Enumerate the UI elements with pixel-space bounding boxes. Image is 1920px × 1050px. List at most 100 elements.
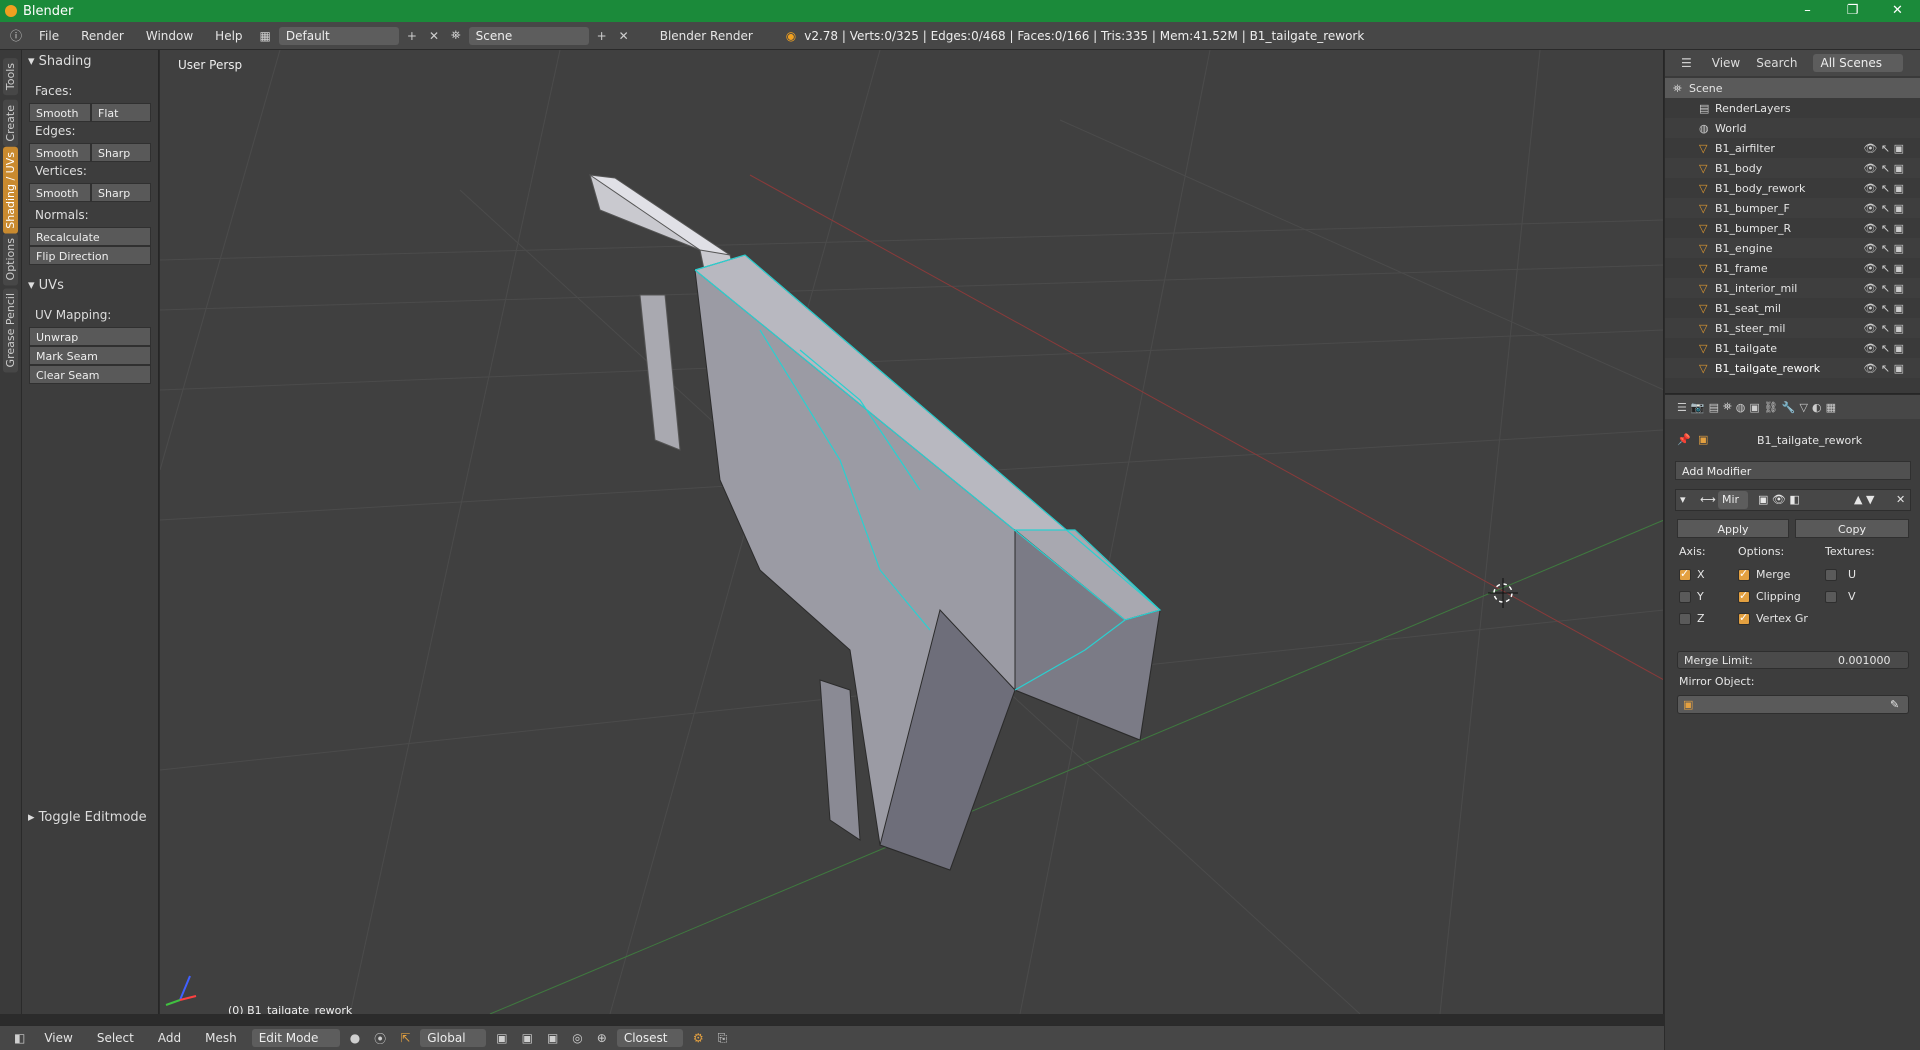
faces-flat-button[interactable]: Flat: [91, 103, 151, 122]
menu-help[interactable]: Help: [206, 29, 251, 43]
texture-u-checkbox[interactable]: [1825, 569, 1837, 581]
data-tab-icon[interactable]: ▽: [1799, 401, 1807, 414]
visibility-icons[interactable]: 👁 ↖ ▣: [1863, 302, 1904, 315]
tab-grease-pencil[interactable]: Grease Pencil: [3, 288, 18, 373]
axis-z-checkbox[interactable]: [1679, 613, 1691, 625]
menu-view[interactable]: View: [35, 1031, 81, 1045]
vertex-groups-checkbox[interactable]: [1738, 611, 1750, 625]
minimize-button[interactable]: –: [1785, 0, 1830, 22]
merge-checkbox[interactable]: [1738, 567, 1750, 581]
scene-tab-icon[interactable]: ⛯: [1723, 400, 1732, 414]
screen-layout-icon[interactable]: ▦: [256, 29, 275, 43]
visibility-icons[interactable]: 👁 ↖ ▣: [1863, 322, 1904, 335]
constraints-tab-icon[interactable]: ⛓: [1764, 401, 1778, 414]
add-modifier-menu[interactable]: Add Modifier: [1675, 461, 1911, 480]
flip-direction-button[interactable]: Flip Direction: [29, 246, 151, 265]
outliner-row-world[interactable]: ◍ World: [1665, 118, 1920, 138]
visibility-icons[interactable]: 👁 ↖ ▣: [1863, 242, 1904, 255]
eyedropper-icon[interactable]: ✎: [1890, 698, 1899, 711]
visibility-icons[interactable]: 👁 ↖ ▣: [1863, 142, 1904, 155]
texture-v-checkbox[interactable]: [1825, 591, 1837, 603]
world-tab-icon[interactable]: ◍: [1736, 401, 1746, 414]
properties-editor-icon[interactable]: ☰: [1677, 401, 1687, 414]
add-layout-icon[interactable]: +: [403, 29, 421, 43]
menu-mesh[interactable]: Mesh: [196, 1031, 246, 1045]
visibility-icons[interactable]: 👁 ↖ ▣: [1863, 282, 1904, 295]
uvs-panel-header[interactable]: ▾ UVs: [28, 278, 64, 293]
outliner-row-object[interactable]: ▽ B1_body_rework 👁 ↖ ▣: [1665, 178, 1920, 198]
outliner-search-menu[interactable]: Search: [1756, 56, 1797, 70]
pivot-point-icon[interactable]: ⦿: [370, 1030, 390, 1047]
mirror-object-field[interactable]: ▣ ✎: [1677, 695, 1909, 714]
mode-select[interactable]: Edit Mode: [251, 1029, 340, 1047]
proportional-edit-icon[interactable]: ◎: [568, 1031, 586, 1045]
display-mode-select[interactable]: All Scenes: [1813, 54, 1904, 72]
add-scene-icon[interactable]: +: [593, 29, 611, 43]
snap-icon[interactable]: ⊕: [593, 1031, 611, 1045]
scene-field[interactable]: Scene: [468, 26, 589, 45]
visibility-icons[interactable]: 👁 ↖ ▣: [1863, 222, 1904, 235]
faces-smooth-button[interactable]: Smooth: [29, 103, 91, 122]
vertices-sharp-button[interactable]: Sharp: [91, 183, 151, 202]
layout-field[interactable]: Default: [278, 26, 399, 45]
toggle-editmode-panel[interactable]: ▸ Toggle Editmode: [28, 810, 147, 825]
unwrap-menu[interactable]: Unwrap: [29, 327, 151, 346]
outliner-row-active-object[interactable]: ▽ B1_tailgate_rework 👁 ↖ ▣: [1665, 358, 1920, 378]
edges-sharp-button[interactable]: Sharp: [91, 143, 151, 162]
outliner-row-object[interactable]: ▽ B1_steer_mil 👁 ↖ ▣: [1665, 318, 1920, 338]
outliner-row-object[interactable]: ▽ B1_frame 👁 ↖ ▣: [1665, 258, 1920, 278]
outliner-editor-icon[interactable]: ☰: [1677, 56, 1696, 70]
outliner-row-object[interactable]: ▽ B1_engine 👁 ↖ ▣: [1665, 238, 1920, 258]
menu-file[interactable]: File: [30, 29, 68, 43]
tab-shading-uvs[interactable]: Shading / UVs: [3, 147, 18, 234]
close-window-button[interactable]: ✕: [1875, 0, 1920, 22]
tab-create[interactable]: Create: [3, 100, 18, 147]
clear-seam-button[interactable]: Clear Seam: [29, 365, 151, 384]
modifiers-tab-icon[interactable]: 🔧: [1782, 401, 1796, 414]
3d-cursor-icon[interactable]: [1488, 578, 1518, 608]
modifier-display-toggles[interactable]: ▣ 👁 ◧: [1758, 493, 1800, 506]
move-modifier-icons[interactable]: ▲ ▼: [1854, 493, 1874, 506]
tab-tools[interactable]: Tools: [3, 58, 18, 96]
axis-x-checkbox[interactable]: [1679, 567, 1691, 581]
vertex-select-icon[interactable]: ▣: [492, 1031, 511, 1045]
copy-modifier-button[interactable]: Copy: [1795, 519, 1909, 538]
remove-scene-icon[interactable]: ✕: [615, 29, 633, 43]
3d-viewport[interactable]: User Persp (0) B1_tailgate_rework: [160, 50, 1664, 1014]
menu-select[interactable]: Select: [88, 1031, 143, 1045]
visibility-icons[interactable]: 👁 ↖ ▣: [1863, 162, 1904, 175]
outliner-row-object[interactable]: ▽ B1_seat_mil 👁 ↖ ▣: [1665, 298, 1920, 318]
collapse-modifier-icon[interactable]: ▾: [1680, 493, 1686, 506]
outliner-row-renderlayers[interactable]: ▤ RenderLayers: [1665, 98, 1920, 118]
merge-limit-field[interactable]: Merge Limit: 0.001000: [1677, 651, 1909, 669]
outliner-row-object[interactable]: ▽ B1_tailgate 👁 ↖ ▣: [1665, 338, 1920, 358]
viewport-shading-icon[interactable]: ●: [346, 1031, 364, 1045]
snap-toggle-icon[interactable]: ⚙: [689, 1031, 708, 1045]
outliner-row-object[interactable]: ▽ B1_bumper_F 👁 ↖ ▣: [1665, 198, 1920, 218]
outliner-view-menu[interactable]: View: [1712, 56, 1740, 70]
edge-select-icon[interactable]: ▣: [518, 1031, 537, 1045]
clipping-checkbox[interactable]: [1738, 589, 1750, 603]
layers-tab-icon[interactable]: ▤: [1709, 401, 1719, 414]
remove-layout-icon[interactable]: ✕: [425, 29, 443, 43]
maximize-button[interactable]: ❐: [1830, 0, 1875, 22]
modifier-name-field[interactable]: Mir: [1718, 491, 1748, 509]
outliner-row-object[interactable]: ▽ B1_airfilter 👁 ↖ ▣: [1665, 138, 1920, 158]
menu-render[interactable]: Render: [72, 29, 133, 43]
visibility-icons[interactable]: 👁 ↖ ▣: [1863, 182, 1904, 195]
outliner-row-object[interactable]: ▽ B1_body 👁 ↖ ▣: [1665, 158, 1920, 178]
vertices-smooth-button[interactable]: Smooth: [29, 183, 91, 202]
tab-options[interactable]: Options: [3, 233, 18, 286]
manipulator-icon[interactable]: ⇱: [396, 1031, 414, 1045]
shading-panel-header[interactable]: ▾ Shading: [28, 54, 91, 69]
face-select-icon[interactable]: ▣: [543, 1031, 562, 1045]
visibility-icons[interactable]: 👁 ↖ ▣: [1863, 262, 1904, 275]
editor-type-icon[interactable]: ◧: [10, 1031, 29, 1045]
render-engine-select[interactable]: Blender Render: [651, 29, 762, 43]
menu-window[interactable]: Window: [137, 29, 202, 43]
snap-target-select[interactable]: Closest: [616, 1029, 683, 1047]
visibility-icons[interactable]: 👁 ↖ ▣: [1863, 202, 1904, 215]
menu-add[interactable]: Add: [149, 1031, 190, 1045]
outliner-row-scene[interactable]: ⛯ Scene: [1665, 78, 1920, 98]
recalculate-button[interactable]: Recalculate: [29, 227, 151, 246]
